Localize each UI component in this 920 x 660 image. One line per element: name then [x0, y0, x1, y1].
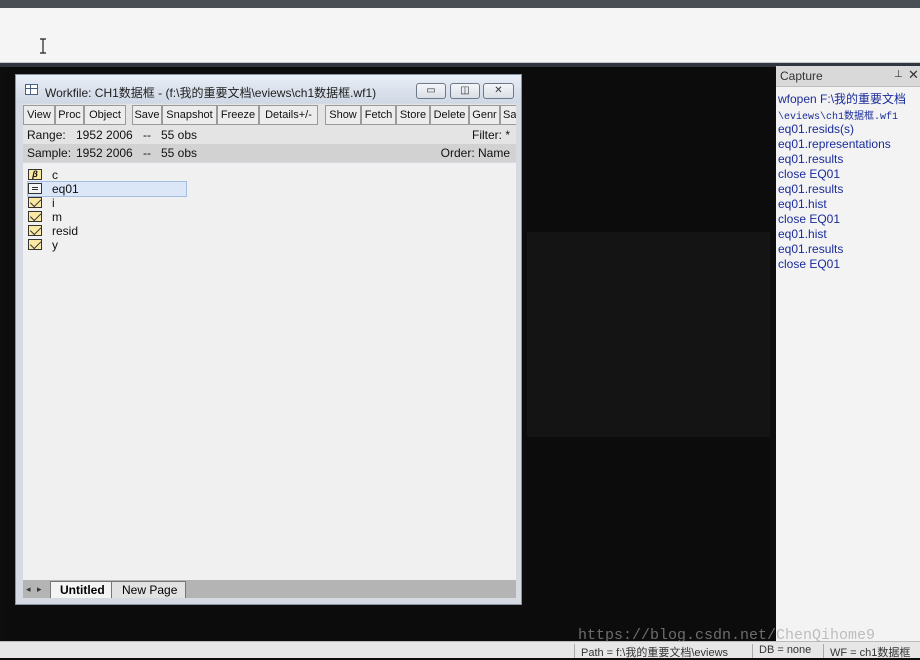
- capture-line[interactable]: close EQ01: [778, 257, 840, 271]
- range-separator: --: [143, 128, 151, 142]
- store-button[interactable]: Store: [396, 105, 430, 125]
- list-item[interactable]: eq01: [27, 181, 187, 197]
- capture-title: Capture: [780, 69, 823, 83]
- restore-button[interactable]: ◫: [450, 83, 480, 99]
- list-item[interactable]: resid: [28, 224, 178, 238]
- workfile-title: Workfile: CH1数据框 - (f:\我的重要文档\eviews\ch1…: [45, 86, 377, 100]
- range-label: Range:: [27, 128, 66, 142]
- command-window[interactable]: [0, 8, 920, 63]
- capture-panel: Capture ⊥ ✕ wfopen F:\我的重要文档 \eviews\ch1…: [776, 66, 920, 641]
- status-path[interactable]: Path = f:\我的重要文档\eviews: [574, 644, 728, 659]
- pin-icon[interactable]: ⊥: [894, 69, 903, 80]
- object-button[interactable]: Object: [84, 105, 126, 125]
- details-button[interactable]: Details+/-: [259, 105, 318, 125]
- text-cursor-icon: [39, 38, 47, 54]
- capture-line[interactable]: eq01.results: [778, 152, 843, 166]
- series-icon: [28, 211, 42, 222]
- capture-line[interactable]: close EQ01: [778, 167, 840, 181]
- tab-scroll-left-icon[interactable]: ◂: [26, 584, 31, 595]
- equation-icon: [28, 183, 42, 194]
- capture-line[interactable]: eq01.hist: [778, 197, 827, 211]
- view-button[interactable]: View: [23, 105, 55, 125]
- capture-line[interactable]: eq01.resids(s): [778, 122, 854, 136]
- capture-header: Capture ⊥ ✕: [776, 66, 920, 87]
- tab-scroll-right-icon[interactable]: ▸: [37, 584, 42, 595]
- capture-line[interactable]: close EQ01: [778, 212, 840, 226]
- status-wf[interactable]: WF = ch1数据框: [823, 644, 910, 659]
- filter-value: Filter: *: [471, 128, 510, 142]
- sample-button[interactable]: Sa: [500, 105, 516, 125]
- freeze-button[interactable]: Freeze: [217, 105, 259, 125]
- list-item[interactable]: β c: [28, 168, 178, 182]
- genr-button[interactable]: Genr: [469, 105, 500, 125]
- workfile-toolbar: View Proc Object Save Snapshot Freeze De…: [23, 104, 516, 126]
- coefficient-icon: β: [28, 169, 42, 180]
- save-button[interactable]: Save: [132, 105, 162, 125]
- watermark: https://blog.csdn.net/ChenQihome9: [578, 627, 876, 644]
- capture-line[interactable]: eq01.results: [778, 242, 843, 256]
- capture-line[interactable]: eq01.representations: [778, 137, 891, 151]
- top-frame-bar: [0, 0, 920, 8]
- range-value: 1952 2006: [76, 128, 133, 142]
- proc-button[interactable]: Proc: [55, 105, 84, 125]
- page-tabs-bar: ◂ ▸ Untitled New Page: [23, 580, 516, 598]
- capture-line[interactable]: eq01.hist: [778, 227, 827, 241]
- fetch-button[interactable]: Fetch: [361, 105, 396, 125]
- order-value: Order: Name: [440, 146, 510, 160]
- snapshot-button[interactable]: Snapshot: [162, 105, 217, 125]
- close-icon[interactable]: ✕: [908, 67, 919, 83]
- capture-line[interactable]: eq01.results: [778, 182, 843, 196]
- sample-separator: --: [143, 146, 151, 160]
- workfile-object-list: β c eq01 i m resid y: [23, 163, 516, 580]
- series-icon: [28, 239, 42, 250]
- show-button[interactable]: Show: [325, 105, 361, 125]
- sample-row[interactable]: Sample: 1952 2006 -- 55 obs Order: Name: [23, 144, 516, 162]
- delete-button[interactable]: Delete: [430, 105, 469, 125]
- tab-untitled[interactable]: Untitled: [50, 581, 115, 598]
- workfile-window: Workfile: CH1数据框 - (f:\我的重要文档\eviews\ch1…: [15, 74, 522, 605]
- capture-line[interactable]: wfopen F:\我的重要文档: [778, 90, 906, 107]
- workfile-titlebar[interactable]: Workfile: CH1数据框 - (f:\我的重要文档\eviews\ch1…: [16, 75, 521, 103]
- list-item[interactable]: m: [28, 210, 178, 224]
- capture-line[interactable]: \eviews\ch1数据框.wf1: [778, 107, 898, 123]
- range-obs: 55 obs: [161, 128, 198, 142]
- range-row[interactable]: Range: 1952 2006 -- 55 obs Filter: *: [23, 126, 516, 144]
- series-icon: [28, 197, 42, 208]
- list-item[interactable]: i: [28, 196, 178, 210]
- status-db[interactable]: DB = none: [752, 644, 811, 658]
- tab-new-page[interactable]: New Page: [111, 581, 187, 598]
- list-item[interactable]: y: [28, 238, 178, 252]
- sample-label: Sample:: [27, 146, 72, 160]
- sample-value: 1952 2006: [76, 146, 133, 160]
- close-button[interactable]: ✕: [483, 83, 514, 99]
- background-panel: [527, 232, 770, 437]
- minimize-button[interactable]: ▭: [416, 83, 446, 99]
- sample-obs: 55 obs: [161, 146, 198, 160]
- series-icon: [28, 225, 42, 236]
- workfile-icon: [25, 84, 38, 95]
